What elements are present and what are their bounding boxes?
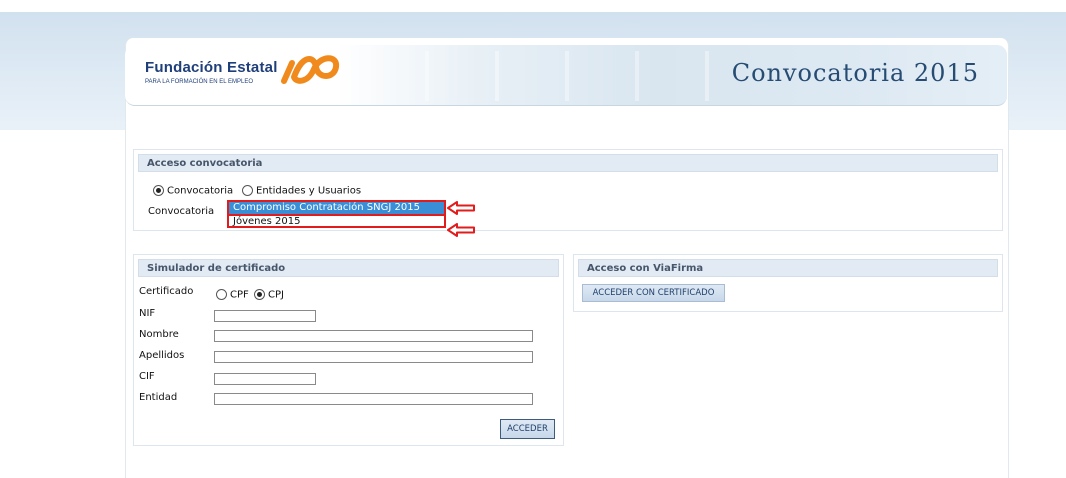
simulador-title: Simulador de certificado bbox=[138, 259, 559, 277]
apellidos-input[interactable] bbox=[214, 351, 533, 363]
radio-cpj-indicator[interactable] bbox=[254, 289, 265, 300]
red-arrow-annotation-icon bbox=[447, 201, 475, 215]
nif-input[interactable] bbox=[214, 310, 316, 322]
entidad-input[interactable] bbox=[214, 393, 533, 405]
radio-convocatoria[interactable]: Convocatoria bbox=[153, 185, 233, 197]
radio-cpj-label: CPJ bbox=[268, 289, 284, 301]
site-header: Fundación Estatal PARA LA FORMACIÓN EN E… bbox=[125, 45, 1007, 106]
acceder-con-certificado-button[interactable]: ACCEDER CON CERTIFICADO bbox=[582, 284, 725, 302]
nombre-label: Nombre bbox=[139, 329, 179, 340]
convocatoria-listbox[interactable]: Compromiso Contratación SNGJ 2015 Jóvene… bbox=[227, 200, 446, 228]
apellidos-label: Apellidos bbox=[139, 350, 185, 361]
acceso-convocatoria-title: Acceso convocatoria bbox=[138, 154, 998, 172]
radio-cpf[interactable]: CPF bbox=[216, 289, 249, 301]
radio-entidades-indicator[interactable] bbox=[242, 185, 253, 196]
nif-label: NIF bbox=[139, 308, 156, 319]
radio-cpf-indicator[interactable] bbox=[216, 289, 227, 300]
nombre-input[interactable] bbox=[214, 330, 533, 342]
radio-cpj[interactable]: CPJ bbox=[254, 289, 284, 301]
simulador-certificado-panel: Simulador de certificado Certificado CPF… bbox=[133, 254, 564, 446]
acceder-button[interactable]: ACCEDER bbox=[500, 419, 555, 439]
logo-name: Fundación Estatal bbox=[145, 59, 278, 76]
convocatoria-option[interactable]: Jóvenes 2015 bbox=[229, 214, 444, 228]
cif-label: CIF bbox=[139, 371, 155, 382]
cif-input[interactable] bbox=[214, 373, 316, 385]
convocatoria-field-label: Convocatoria bbox=[148, 206, 215, 217]
acceso-convocatoria-panel: Acceso convocatoria Convocatoria Entidad… bbox=[133, 149, 1003, 237]
radio-entidades-usuarios[interactable]: Entidades y Usuarios bbox=[242, 185, 361, 197]
radio-entidades-label: Entidades y Usuarios bbox=[256, 185, 362, 197]
viafirma-title: Acceso con ViaFirma bbox=[578, 259, 998, 277]
certificado-label: Certificado bbox=[139, 286, 194, 297]
convocatoria-option[interactable]: Compromiso Contratación SNGJ 2015 bbox=[229, 202, 444, 214]
radio-convocatoria-label: Convocatoria bbox=[167, 185, 234, 197]
radio-convocatoria-indicator[interactable] bbox=[153, 185, 164, 196]
radio-cpf-label: CPF bbox=[230, 289, 249, 301]
logo-subtitle: PARA LA FORMACIÓN EN EL EMPLEO bbox=[145, 79, 254, 85]
red-arrow-annotation-icon bbox=[447, 223, 475, 237]
logo-infinity-icon bbox=[281, 55, 340, 84]
viafirma-panel: Acceso con ViaFirma ACCEDER CON CERTIFIC… bbox=[573, 254, 1003, 312]
page-title: Convocatoria 2015 bbox=[731, 59, 979, 87]
entidad-label: Entidad bbox=[139, 392, 178, 403]
keyboard-background-image bbox=[385, 51, 765, 101]
